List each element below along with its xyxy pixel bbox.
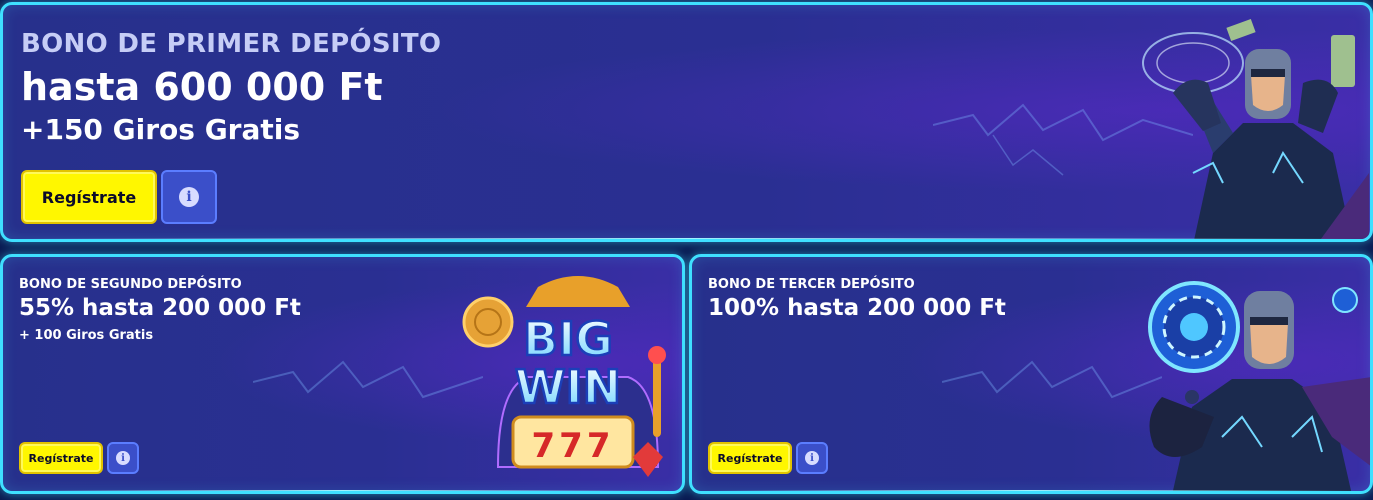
banner-title: hasta 600 000 Ft — [21, 65, 383, 109]
banner-subtitle: + 100 Giros Gratis — [19, 328, 154, 343]
info-button[interactable]: i — [161, 170, 217, 224]
big-win-slot-illustration: BIG WIN 777 — [462, 276, 666, 477]
register-button[interactable]: Regístrate — [19, 442, 103, 474]
banner-title: 100% hasta 200 000 Ft — [708, 295, 1006, 321]
banner-title: 55% hasta 200 000 Ft — [19, 295, 301, 321]
banner-subtitle: +150 Giros Gratis — [21, 113, 301, 146]
casino-chip-icon — [1148, 281, 1240, 373]
bonus-banner-first-deposit: BONO DE PRIMER DEPÓSITO hasta 600 000 Ft… — [0, 2, 1373, 242]
info-button[interactable]: i — [107, 442, 139, 474]
info-icon: i — [805, 451, 819, 465]
lightning-decoration — [942, 360, 1162, 399]
info-icon: i — [116, 451, 130, 465]
superhero-illustration — [1142, 18, 1369, 239]
banner-eyebrow: BONO DE TERCER DEPÓSITO — [708, 277, 915, 292]
register-button[interactable]: Regístrate — [708, 442, 792, 474]
info-icon: i — [179, 187, 199, 207]
big-win-text-777: 777 — [532, 426, 615, 466]
bonus-banner-third-deposit: BONO DE TERCER DEPÓSITO 100% hasta 200 0… — [689, 254, 1373, 494]
bonus-banner-second-deposit: BONO DE SEGUNDO DEPÓSITO 55% hasta 200 0… — [0, 254, 685, 494]
banner-eyebrow: BONO DE SEGUNDO DEPÓSITO — [19, 277, 242, 292]
big-win-text-win: WIN — [515, 360, 621, 414]
register-button[interactable]: Regístrate — [21, 170, 157, 224]
banner-eyebrow: BONO DE PRIMER DEPÓSITO — [21, 29, 442, 59]
lightning-decoration — [253, 360, 483, 399]
big-win-text-big: BIG — [523, 312, 613, 366]
superhero-with-chip-illustration — [1148, 281, 1370, 491]
info-button[interactable]: i — [796, 442, 828, 474]
